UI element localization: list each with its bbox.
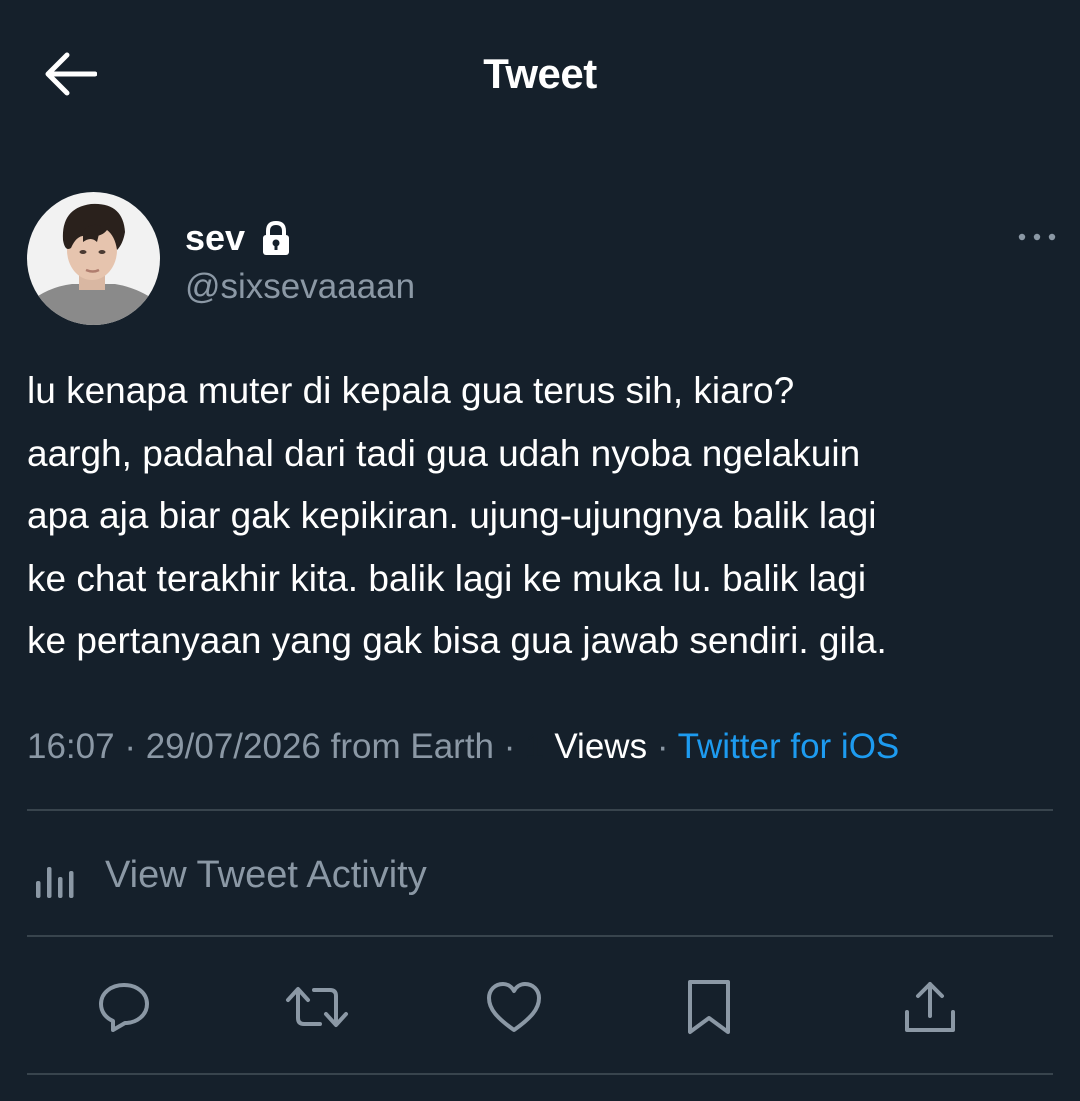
- tweet-actions-bar: [0, 965, 1080, 1049]
- divider: [27, 1073, 1053, 1075]
- tweet-meta: 16:07 · 29/07/2026 from Earth · 1 Views …: [27, 722, 1067, 772]
- meta-separator: ·: [656, 727, 669, 766]
- top-bar: Tweet: [0, 0, 1080, 150]
- meta-separator: ·: [503, 727, 516, 766]
- bookmark-button[interactable]: [667, 965, 751, 1049]
- lock-icon: [263, 220, 290, 255]
- tweet-source-link[interactable]: Twitter for iOS: [678, 727, 900, 766]
- like-button[interactable]: [472, 965, 556, 1049]
- view-tweet-activity-label: View Tweet Activity: [105, 853, 427, 896]
- avatar[interactable]: [27, 192, 160, 325]
- view-tweet-activity-button[interactable]: View Tweet Activity: [27, 840, 427, 910]
- views-label[interactable]: Views: [554, 727, 647, 766]
- more-options-button[interactable]: [1017, 222, 1057, 252]
- heart-icon: [487, 982, 541, 1032]
- more-horizontal-icon: [1018, 233, 1056, 241]
- share-icon: [905, 982, 955, 1032]
- bar-chart-icon: [36, 867, 74, 898]
- avatar-image: [27, 192, 160, 325]
- retweet-icon: [286, 987, 348, 1027]
- tweet-date[interactable]: 29/07/2026: [146, 727, 321, 766]
- views-count: 1: [525, 727, 545, 766]
- bookmark-icon: [688, 980, 730, 1034]
- divider: [27, 809, 1053, 811]
- reply-icon: [99, 983, 149, 1032]
- display-name: sev: [185, 217, 246, 258]
- divider: [27, 935, 1053, 937]
- page-title: Tweet: [483, 50, 597, 97]
- meta-separator: ·: [124, 727, 136, 766]
- tweet-time[interactable]: 16:07: [27, 727, 115, 766]
- reply-button[interactable]: [82, 965, 166, 1049]
- tweet-location: from Earth: [330, 727, 495, 766]
- author-handle[interactable]: @sixsevaaaan: [185, 266, 415, 308]
- retweet-button[interactable]: [275, 965, 359, 1049]
- tweet-text: lu kenapa muter di kepala gua terus sih,…: [27, 370, 887, 661]
- share-button[interactable]: [888, 965, 972, 1049]
- author-name-row[interactable]: sev: [185, 216, 295, 260]
- tweet-author: sev @sixsevaaaan: [27, 192, 1057, 326]
